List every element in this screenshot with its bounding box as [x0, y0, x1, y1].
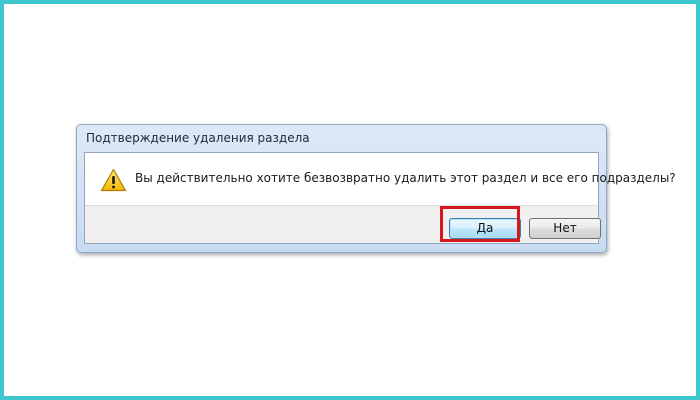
confirm-delete-dialog: Подтверждение удаления раздела Вы действ… [76, 124, 676, 253]
dialog-title: Подтверждение удаления раздела [86, 131, 310, 145]
no-button[interactable]: Нет [529, 218, 601, 239]
dialog-content: Вы действительно хотите безвозвратно уда… [85, 153, 676, 205]
yes-button[interactable]: Да [449, 218, 521, 239]
dialog-titlebar[interactable]: Подтверждение удаления раздела [77, 125, 606, 152]
dialog-button-bar: Да Нет [85, 205, 601, 243]
dialog-message: Вы действительно хотите безвозвратно уда… [135, 171, 676, 185]
warning-icon [100, 168, 127, 192]
dialog-body: Вы действительно хотите безвозвратно уда… [84, 152, 676, 244]
